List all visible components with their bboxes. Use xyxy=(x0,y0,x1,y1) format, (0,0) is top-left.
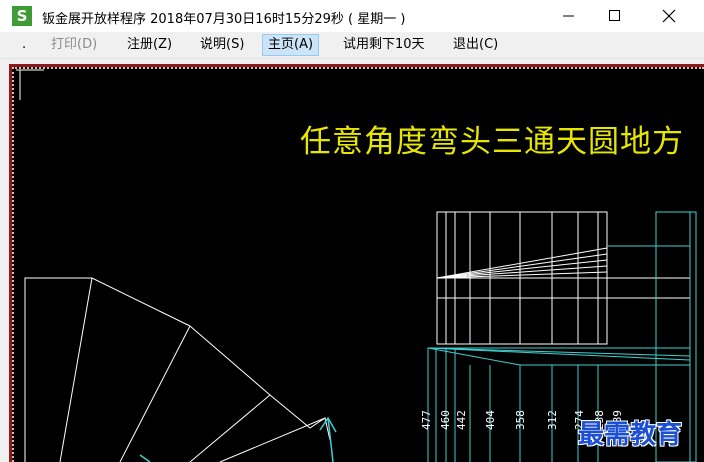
watermark: 最需教育 xyxy=(578,420,683,450)
dimension-label: 442 xyxy=(455,410,468,430)
pattern-grid-white xyxy=(436,211,690,345)
elbow-fan-lines xyxy=(24,277,331,462)
drawing-title: 任意角度弯头三通天圆地方 xyxy=(300,124,684,160)
dimension-label: 358 xyxy=(514,410,527,430)
dimension-label: 460 xyxy=(439,410,452,430)
dimension-label: 404 xyxy=(484,410,497,430)
cad-drawing xyxy=(16,69,697,462)
dimension-label: 312 xyxy=(546,410,559,430)
dimension-label: 477 xyxy=(420,410,433,430)
